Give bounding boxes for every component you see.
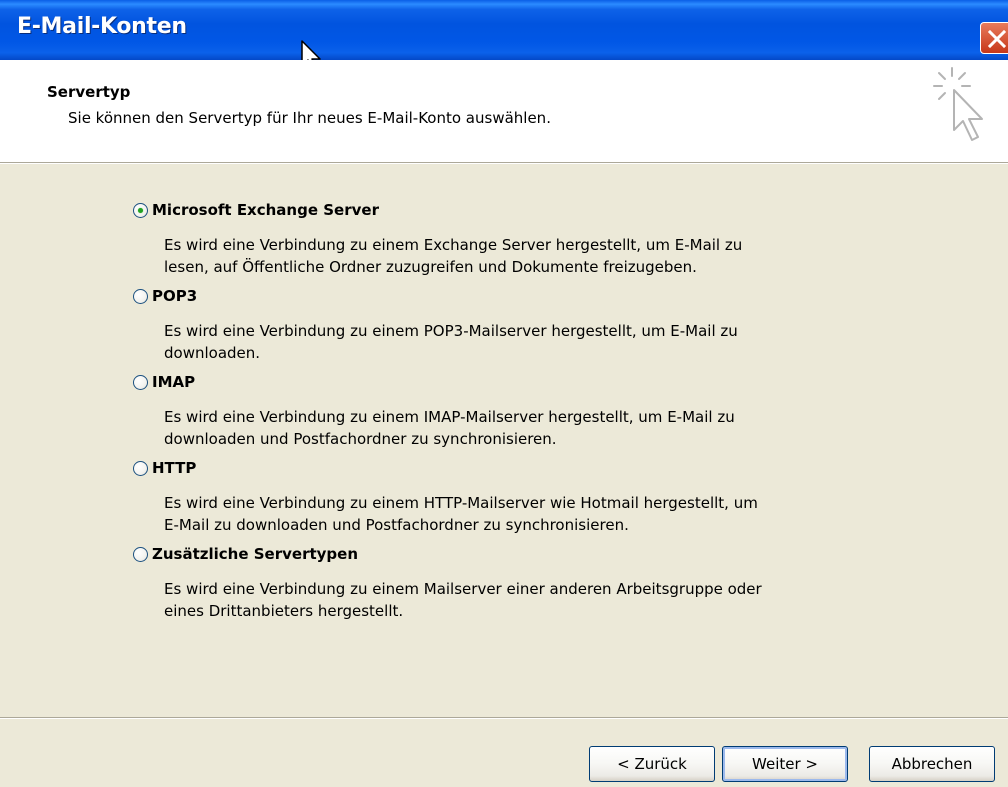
cancel-button[interactable]: Abbrechen	[869, 746, 995, 782]
option-description: Es wird eine Verbindung zu einem IMAP-Ma…	[164, 406, 854, 450]
description-line: lesen, auf Öffentliche Ordner zuzugreife…	[164, 258, 697, 276]
option-description: Es wird eine Verbindung zu einem Mailser…	[164, 578, 854, 622]
description-line: Es wird eine Verbindung zu einem HTTP-Ma…	[164, 494, 758, 512]
radio-additional-servers[interactable]: Zusätzliche Servertypen	[133, 545, 358, 563]
description-line: Es wird eine Verbindung zu einem POP3-Ma…	[164, 322, 738, 340]
radio-button[interactable]	[133, 374, 148, 390]
option-label: Microsoft Exchange Server	[152, 201, 379, 219]
option-description: Es wird eine Verbindung zu einem Exchang…	[164, 234, 854, 278]
close-icon	[987, 29, 1007, 49]
radio-http[interactable]: HTTP	[133, 459, 196, 477]
option-description: Es wird eine Verbindung zu einem POP3-Ma…	[164, 320, 854, 364]
option-label: HTTP	[152, 459, 197, 477]
window-title: E-Mail-Konten	[17, 14, 187, 39]
radio-button[interactable]	[133, 288, 148, 304]
page-title: Servertyp	[47, 83, 131, 101]
description-line: downloaden und Postfachordner zu synchro…	[164, 430, 557, 448]
radio-pop3[interactable]: POP3	[133, 287, 197, 305]
radio-button-checked[interactable]	[133, 202, 148, 218]
description-line: eines Drittanbieters hergestellt.	[164, 602, 404, 620]
radio-button[interactable]	[133, 460, 148, 476]
title-bar: E-Mail-Konten	[0, 0, 1008, 60]
option-label: POP3	[152, 287, 198, 305]
header-divider	[0, 162, 1008, 164]
option-label: Zusätzliche Servertypen	[152, 545, 359, 563]
radio-button[interactable]	[133, 546, 148, 562]
page-subtitle: Sie können den Servertyp für Ihr neues E…	[68, 109, 551, 127]
option-label: IMAP	[152, 373, 196, 391]
radio-exchange[interactable]: Microsoft Exchange Server	[133, 201, 379, 219]
wizard-cursor-icon	[933, 67, 983, 141]
description-line: Es wird eine Verbindung zu einem Exchang…	[164, 236, 743, 254]
description-line: Es wird eine Verbindung zu einem IMAP-Ma…	[164, 408, 735, 426]
close-button[interactable]	[980, 22, 1008, 54]
description-line: Es wird eine Verbindung zu einem Mailser…	[164, 580, 762, 598]
next-button[interactable]: Weiter >	[722, 746, 848, 782]
description-line: downloaden.	[164, 344, 261, 362]
description-line: E-Mail zu downloaden und Postfachordner …	[164, 516, 629, 534]
option-description: Es wird eine Verbindung zu einem HTTP-Ma…	[164, 492, 854, 536]
back-button[interactable]: < Zurück	[589, 746, 715, 782]
footer-divider	[0, 717, 1008, 719]
radio-imap[interactable]: IMAP	[133, 373, 195, 391]
